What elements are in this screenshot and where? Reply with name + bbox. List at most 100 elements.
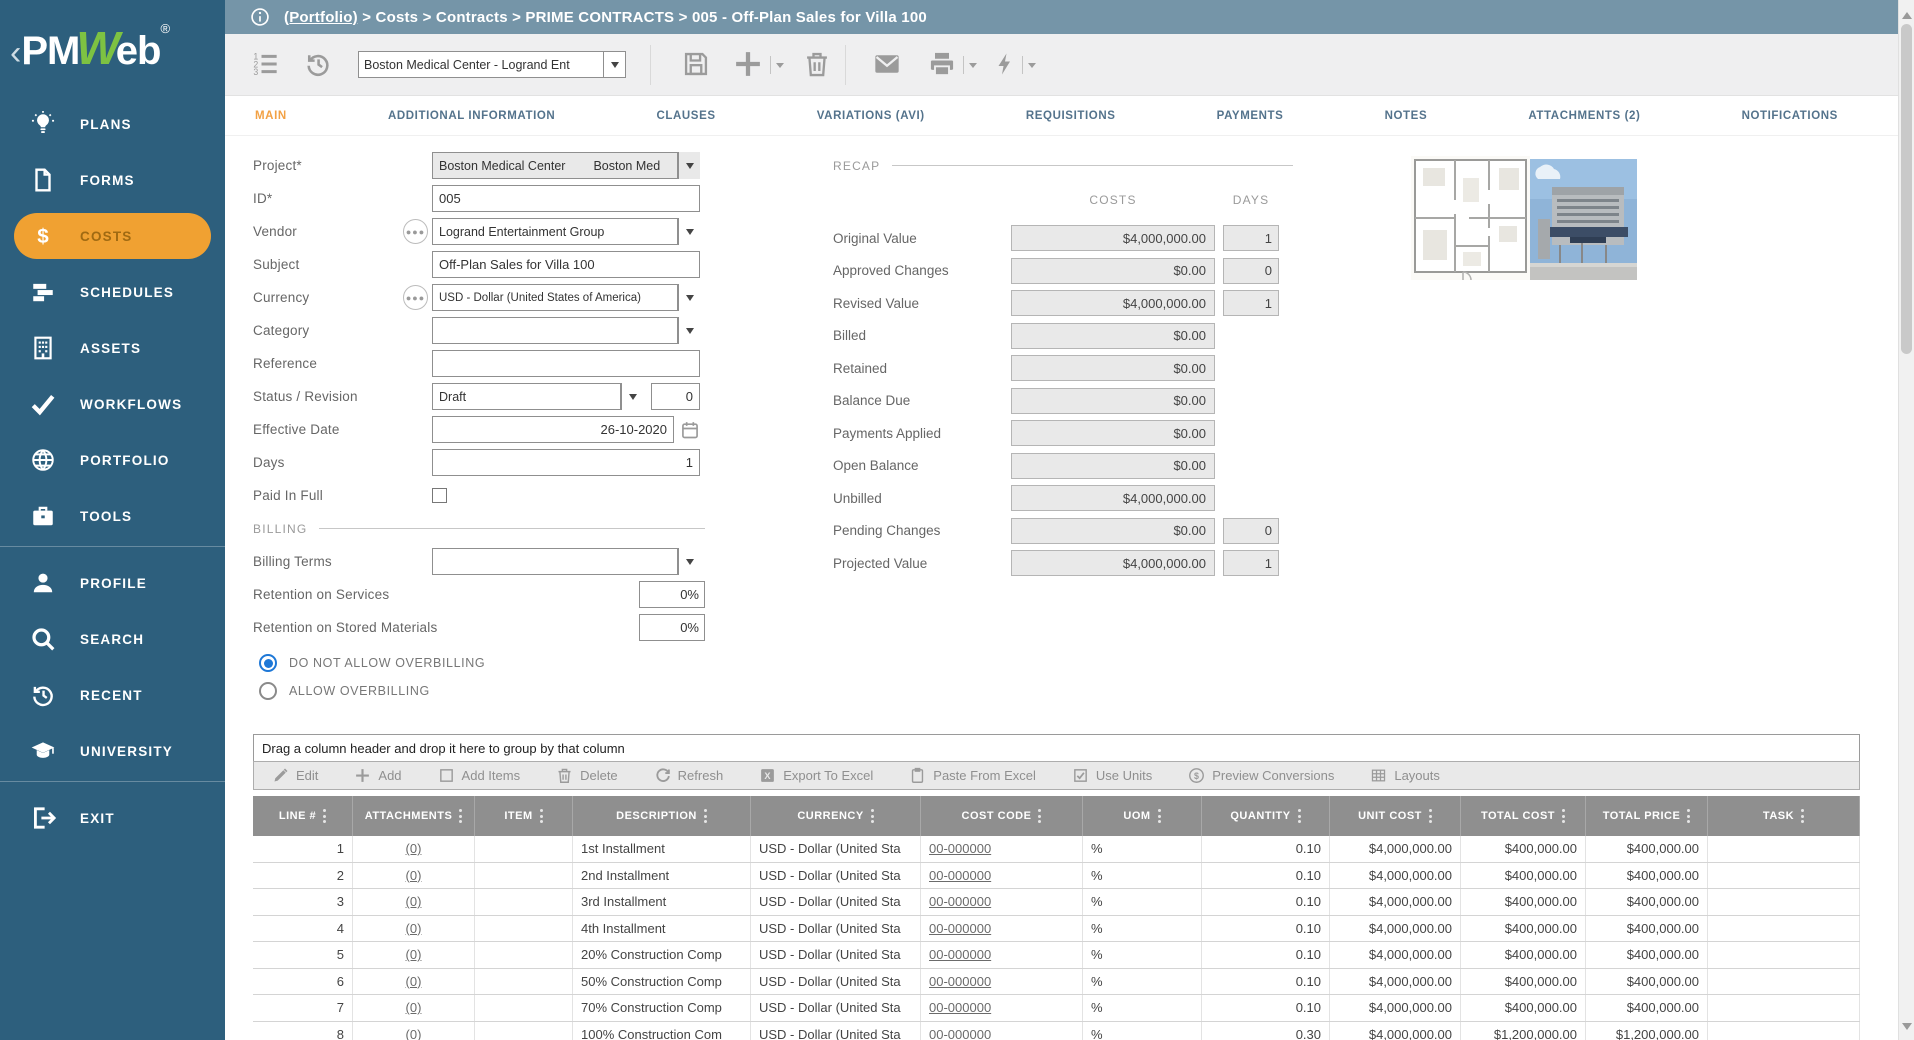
attachments-link[interactable]: (0) [406, 947, 422, 962]
retention-services-field[interactable]: 0% [639, 581, 705, 608]
effective-date-field[interactable]: 26-10-2020 [432, 416, 674, 443]
column-header-task[interactable]: TASK [1708, 796, 1860, 836]
sidebar-item-forms[interactable]: FORMS [0, 152, 225, 208]
radio-button[interactable] [259, 654, 277, 672]
tab-notes[interactable]: NOTES [1385, 110, 1428, 122]
radio-do-not-allow-overbilling[interactable]: DO NOT ALLOW OVERBILLING [259, 649, 705, 677]
cost-code-link[interactable]: 00-000000 [929, 1000, 991, 1015]
column-menu-icon[interactable] [871, 809, 874, 823]
project-select[interactable]: Boston Medical CenterBoston Med [432, 152, 678, 179]
column-header-line[interactable]: LINE # [253, 796, 353, 836]
days-field[interactable]: 1 [432, 449, 700, 476]
column-menu-icon[interactable] [1298, 809, 1301, 823]
table-row[interactable]: 2(0)2nd InstallmentUSD - Dollar (United … [253, 863, 1860, 890]
sidebar-item-plans[interactable]: PLANS [0, 96, 225, 152]
vertical-scrollbar[interactable] [1898, 0, 1914, 1040]
cost-code-link[interactable]: 00-000000 [929, 868, 991, 883]
column-menu-icon[interactable] [323, 809, 326, 823]
column-header-cost_code[interactable]: COST CODE [921, 796, 1083, 836]
radio-allow-overbilling[interactable]: ALLOW OVERBILLING [259, 677, 705, 705]
status-select[interactable]: Draft [432, 383, 621, 410]
calendar-icon[interactable] [680, 420, 700, 440]
sidebar-item-costs[interactable]: $COSTS [14, 213, 211, 259]
column-menu-icon[interactable] [1038, 809, 1041, 823]
cost-code-link[interactable]: 00-000000 [929, 921, 991, 936]
scrollbar-down-arrow[interactable] [1902, 1023, 1912, 1035]
sidebar-item-assets[interactable]: ASSETS [0, 320, 225, 376]
paid-in-full-checkbox[interactable] [432, 488, 447, 503]
sidebar-item-schedules[interactable]: SCHEDULES [0, 264, 225, 320]
cost-code-link[interactable]: 00-000000 [929, 947, 991, 962]
group-by-bar[interactable]: Drag a column header and drop it here to… [253, 734, 1860, 761]
column-menu-icon[interactable] [1801, 809, 1804, 823]
column-menu-icon[interactable] [459, 809, 462, 823]
attachments-link[interactable]: (0) [406, 868, 422, 883]
save-icon[interactable] [682, 50, 710, 78]
reference-field[interactable] [432, 350, 700, 377]
building-photo-thumbnail[interactable] [1530, 159, 1637, 280]
attachments-link[interactable]: (0) [406, 1027, 422, 1040]
record-selector-dropdown[interactable]: Boston Medical Center - Logrand Ent [358, 51, 626, 78]
grid-toolbar-paste-from-excel[interactable]: Paste From Excel [909, 767, 1036, 784]
chevron-down-icon[interactable] [678, 284, 700, 311]
tab-requisitions[interactable]: REQUISITIONS [1026, 110, 1116, 122]
subject-field[interactable]: Off-Plan Sales for Villa 100 [432, 251, 700, 278]
tab-variations-avi[interactable]: VARIATIONS (AVI) [817, 110, 925, 122]
cost-code-link[interactable]: 00-000000 [929, 894, 991, 909]
sidebar-item-tools[interactable]: TOOLS [0, 488, 225, 544]
grid-toolbar-export-to-excel[interactable]: XExport To Excel [759, 767, 873, 784]
mail-icon[interactable] [873, 50, 901, 78]
print-icon[interactable] [928, 50, 956, 78]
attachments-link[interactable]: (0) [406, 974, 422, 989]
tab-main[interactable]: MAIN [255, 110, 287, 122]
chevron-down-icon[interactable] [603, 52, 625, 77]
column-header-total_price[interactable]: TOTAL PRICE [1586, 796, 1708, 836]
workflow-menu-caret[interactable] [1022, 56, 1036, 74]
column-menu-icon[interactable] [1429, 809, 1432, 823]
column-header-item[interactable]: ITEM [475, 796, 573, 836]
billing-terms-select[interactable] [432, 548, 678, 575]
column-menu-icon[interactable] [540, 809, 543, 823]
sidebar-item-profile[interactable]: PROFILE [0, 555, 225, 611]
attachments-link[interactable]: (0) [406, 921, 422, 936]
table-row[interactable]: 8(0)100% Construction ComUSD - Dollar (U… [253, 1022, 1860, 1040]
tab-attachments-2[interactable]: ATTACHMENTS (2) [1528, 110, 1640, 122]
table-row[interactable]: 4(0)4th InstallmentUSD - Dollar (United … [253, 916, 1860, 943]
grid-toolbar-refresh[interactable]: Refresh [654, 767, 724, 784]
chevron-down-icon[interactable] [678, 218, 700, 245]
info-icon[interactable] [250, 7, 270, 27]
tab-notifications[interactable]: NOTIFICATIONS [1742, 110, 1838, 122]
breadcrumb-portfolio-link[interactable]: (Portfolio) [284, 9, 358, 26]
numbered-list-icon[interactable]: 123 [251, 50, 279, 78]
tab-additional-information[interactable]: ADDITIONAL INFORMATION [388, 110, 555, 122]
column-header-attachments[interactable]: ATTACHMENTS [353, 796, 475, 836]
radio-button[interactable] [259, 682, 277, 700]
cost-code-link[interactable]: 00-000000 [929, 1027, 991, 1040]
delete-icon[interactable] [803, 50, 831, 78]
tab-payments[interactable]: PAYMENTS [1217, 110, 1284, 122]
table-row[interactable]: 6(0)50% Construction CompUSD - Dollar (U… [253, 969, 1860, 996]
column-menu-icon[interactable] [1562, 809, 1565, 823]
scrollbar-up-arrow[interactable] [1902, 7, 1912, 19]
column-header-unit_cost[interactable]: UNIT COST [1330, 796, 1461, 836]
grid-toolbar-delete[interactable]: Delete [556, 767, 618, 784]
attachments-link[interactable]: (0) [406, 1000, 422, 1015]
column-header-quantity[interactable]: QUANTITY [1202, 796, 1330, 836]
id-field[interactable]: 005 [432, 185, 700, 212]
pmweb-logo[interactable]: ‹PMWeb® [0, 0, 225, 96]
grid-toolbar-layouts[interactable]: Layouts [1370, 767, 1440, 784]
lightning-icon[interactable] [993, 50, 1017, 78]
sidebar-item-workflows[interactable]: WORKFLOWS [0, 376, 225, 432]
sidebar-item-exit[interactable]: EXIT [0, 790, 225, 846]
grid-toolbar-preview-conversions[interactable]: $Preview Conversions [1188, 767, 1334, 784]
grid-toolbar-add-items[interactable]: Add Items [438, 767, 521, 784]
history-icon[interactable] [304, 50, 332, 78]
chevron-down-icon[interactable] [678, 152, 700, 179]
chevron-down-icon[interactable] [621, 383, 643, 410]
grid-toolbar-add[interactable]: Add [354, 767, 401, 784]
add-menu-caret[interactable] [770, 56, 784, 74]
table-row[interactable]: 7(0)70% Construction CompUSD - Dollar (U… [253, 995, 1860, 1022]
retention-stored-field[interactable]: 0% [639, 614, 705, 641]
column-menu-icon[interactable] [1687, 809, 1690, 823]
sidebar-item-search[interactable]: SEARCH [0, 611, 225, 667]
